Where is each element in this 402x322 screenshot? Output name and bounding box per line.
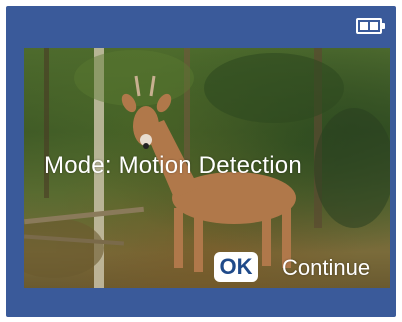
camera-screen-frame: Mode: Motion Detection OK Continue	[6, 6, 396, 317]
continue-label: Continue	[282, 255, 371, 280]
ok-button[interactable]: OK	[214, 252, 258, 282]
battery-icon	[356, 18, 385, 34]
camera-preview: Mode: Motion Detection OK Continue	[24, 48, 390, 288]
mode-label: Mode: Motion Detection	[44, 152, 302, 179]
